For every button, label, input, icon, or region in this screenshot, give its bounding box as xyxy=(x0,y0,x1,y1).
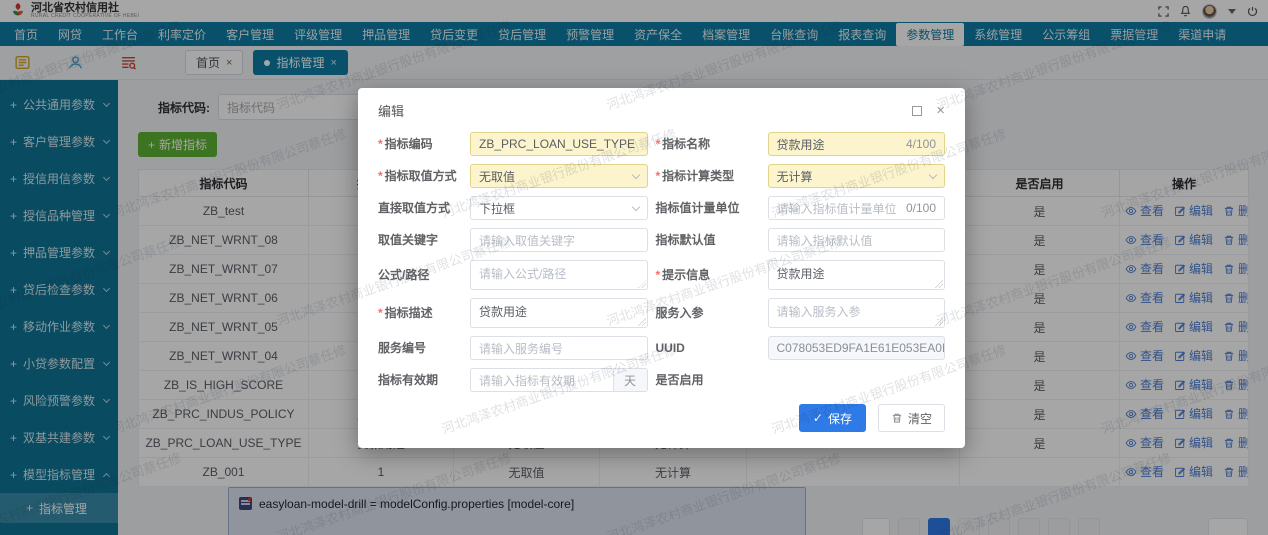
required-asterisk: * xyxy=(655,168,661,183)
indicator-code-field[interactable]: ZB_PRC_LOAN_USE_TYPE xyxy=(470,132,648,156)
close-icon[interactable]: × xyxy=(936,103,945,118)
required-asterisk: * xyxy=(655,267,661,282)
clear-button[interactable]: 清空 xyxy=(877,404,945,432)
indicator-unit-label: 指标值计量单位 xyxy=(655,200,740,215)
indicator-name-field[interactable]: 贷款用途 4/100 xyxy=(767,132,945,156)
required-asterisk: * xyxy=(378,136,383,151)
formula-path-label: 公式/路径 xyxy=(378,267,430,282)
service-no-label: 服务编号 xyxy=(378,340,427,355)
indicator-code-label: * 指标编码 xyxy=(378,136,433,151)
service-params-field[interactable]: 请输入服务入参 xyxy=(767,298,945,328)
direct-value-method-label: 直接取值方式 xyxy=(378,200,451,215)
value-method-field[interactable]: 无取值 xyxy=(470,164,648,188)
enabled-label: 是否启用 xyxy=(655,372,704,387)
app-root: 河北省农村信用社 RURAL CREDIT COOPERATIVE OF HEB… xyxy=(0,0,1268,535)
chevron-down-icon xyxy=(928,170,938,179)
validity-period-label: 指标有效期 xyxy=(378,372,439,387)
save-button[interactable]: ✓ 保存 xyxy=(798,404,866,432)
service-no-field[interactable]: 请输入服务编号 xyxy=(470,336,648,360)
maximize-icon[interactable] xyxy=(912,105,923,116)
formula-path-field[interactable]: 请输入公式/路径 xyxy=(470,260,648,290)
validity-period-field[interactable]: 请输入指标有效期天 xyxy=(470,368,648,392)
char-counter: 4/100 xyxy=(905,137,936,151)
hint-message-field[interactable]: 贷款用途 xyxy=(767,260,945,290)
trash-icon xyxy=(892,413,902,423)
chevron-down-icon xyxy=(631,170,640,179)
value-method-label: * 指标取值方式 xyxy=(378,168,457,183)
required-asterisk: * xyxy=(378,168,383,183)
indicator-desc-label: * 指标描述 xyxy=(378,305,433,320)
char-counter: 0/100 xyxy=(905,201,936,215)
check-icon: ✓ xyxy=(812,411,823,425)
indicator-name-label: * 指标名称 xyxy=(655,136,711,151)
unit-suffix: 天 xyxy=(612,369,647,391)
value-keyword-field[interactable]: 请输入取值关键字 xyxy=(470,228,648,252)
direct-value-method-field[interactable]: 下拉框 xyxy=(470,196,648,220)
value-keyword-label: 取值关键字 xyxy=(378,232,439,247)
calc-type-field[interactable]: 无计算 xyxy=(767,164,945,188)
uuid-field[interactable]: C078053ED9FA1E61E053EA0B060A5BCA xyxy=(767,336,945,360)
dialog-title: 编辑 xyxy=(378,104,405,119)
calc-type-label: * 指标计算类型 xyxy=(655,168,735,183)
indicator-default-label: 指标默认值 xyxy=(655,232,716,247)
indicator-desc-field[interactable]: 贷款用途 xyxy=(470,298,648,328)
indicator-default-field[interactable]: 请输入指标默认值 xyxy=(767,228,945,252)
uuid-label: UUID xyxy=(655,340,685,355)
required-asterisk: * xyxy=(378,305,383,320)
required-asterisk: * xyxy=(655,136,661,151)
hint-message-label: * 提示信息 xyxy=(655,267,711,282)
service-params-label: 服务入参 xyxy=(655,305,704,320)
edit-dialog: 编辑 × * 指标编码 ZB_PRC_LOAN_USE_TYPE * 指标名称 贷款用途 4… xyxy=(358,88,965,448)
chevron-down-icon xyxy=(631,202,640,211)
indicator-unit-field[interactable]: 请输入指标值计量单位 0/100 xyxy=(767,196,945,220)
